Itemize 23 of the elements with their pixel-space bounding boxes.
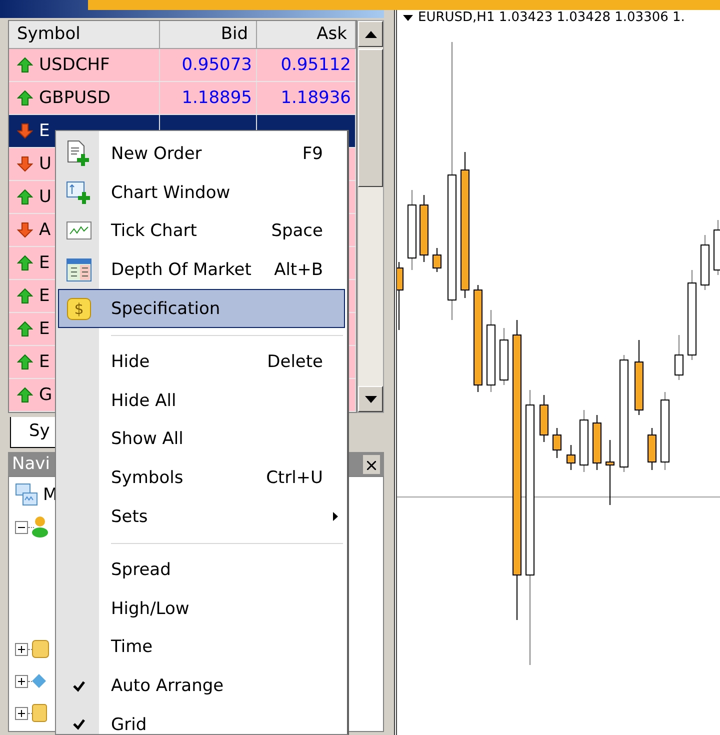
symbol-name: E [39, 352, 50, 372]
ask-price: 1.18936 [280, 88, 351, 108]
symbol-name: E [39, 319, 50, 339]
symbol-name: E [39, 286, 50, 306]
symbol-name: U [39, 187, 52, 207]
symbol-name: E [39, 121, 50, 141]
symbol-name: USDCHF [39, 55, 110, 75]
symbol-name: G [39, 385, 52, 405]
symbol-name: A [39, 220, 51, 240]
shortcut-label: Ctrl+U [266, 468, 323, 488]
shortcut-label: Delete [267, 352, 323, 372]
bid-price: 1.18895 [182, 88, 252, 108]
shortcut-label: Alt+B [274, 260, 323, 280]
ask-price: 0.95112 [280, 55, 351, 75]
symbol-name: GBPUSD [39, 88, 110, 108]
chart-header: EURUSD,H1 1.03423 1.03428 1.03306 1. [418, 10, 685, 25]
bid-price: 0.95073 [182, 55, 252, 75]
symbol-name: U [39, 154, 52, 174]
dollar-icon: $ [67, 298, 91, 320]
symbol-name: E [39, 253, 50, 273]
panel-title: Navi [12, 454, 50, 474]
shortcut-label: F9 [302, 144, 323, 164]
shortcut-label: Space [271, 221, 323, 242]
